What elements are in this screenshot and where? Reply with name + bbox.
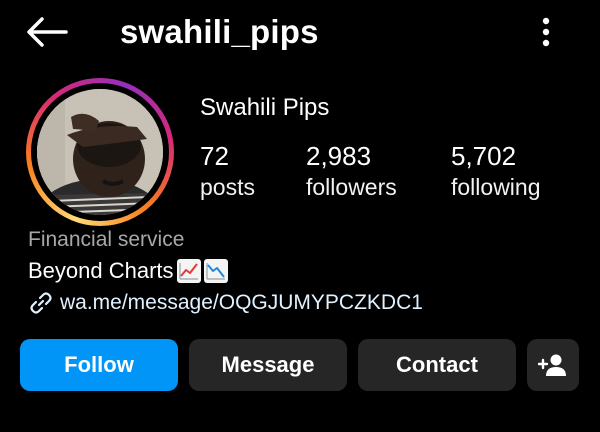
posts-label: posts (200, 174, 255, 200)
avatar-photo (37, 89, 163, 215)
avatar-portrait-illustration (37, 89, 163, 215)
back-button[interactable] (22, 12, 72, 52)
chart-decreasing-icon (203, 259, 228, 283)
profile-display-name: Swahili Pips (200, 94, 330, 121)
link-text: wa.me/message/OQGJUMYPCZKDC1 (60, 291, 423, 314)
profile-link[interactable]: wa.me/message/OQGJUMYPCZKDC1 (28, 290, 423, 316)
followers-count: 2,983 (306, 141, 372, 171)
posts-count: 72 (200, 141, 229, 171)
followers-stat[interactable]: 2,983 followers (306, 140, 397, 202)
posts-stat[interactable]: 72 posts (200, 140, 255, 202)
arrow-left-icon (27, 17, 68, 47)
contact-button[interactable]: Contact (358, 339, 516, 391)
more-options-button[interactable] (528, 12, 564, 52)
add-user-icon (538, 354, 566, 376)
following-stat[interactable]: 5,702 following (451, 140, 541, 202)
following-label: following (451, 174, 541, 200)
suggested-users-button[interactable] (527, 339, 579, 391)
message-button[interactable]: Message (189, 339, 347, 391)
contact-button-label: Contact (396, 352, 478, 377)
follow-button[interactable]: Follow (20, 339, 178, 391)
profile-username: swahili_pips (120, 13, 319, 50)
chart-increasing-icon (176, 259, 201, 283)
followers-label: followers (306, 174, 397, 200)
profile-category: Financial service (28, 228, 185, 251)
profile-avatar[interactable] (26, 78, 174, 226)
follow-button-label: Follow (64, 352, 134, 377)
following-count: 5,702 (451, 141, 517, 171)
message-button-label: Message (221, 352, 315, 377)
profile-bio: Beyond Charts (28, 258, 228, 284)
link-icon (30, 292, 52, 314)
bio-text: Beyond Charts (28, 258, 174, 283)
more-vertical-icon (542, 17, 550, 47)
